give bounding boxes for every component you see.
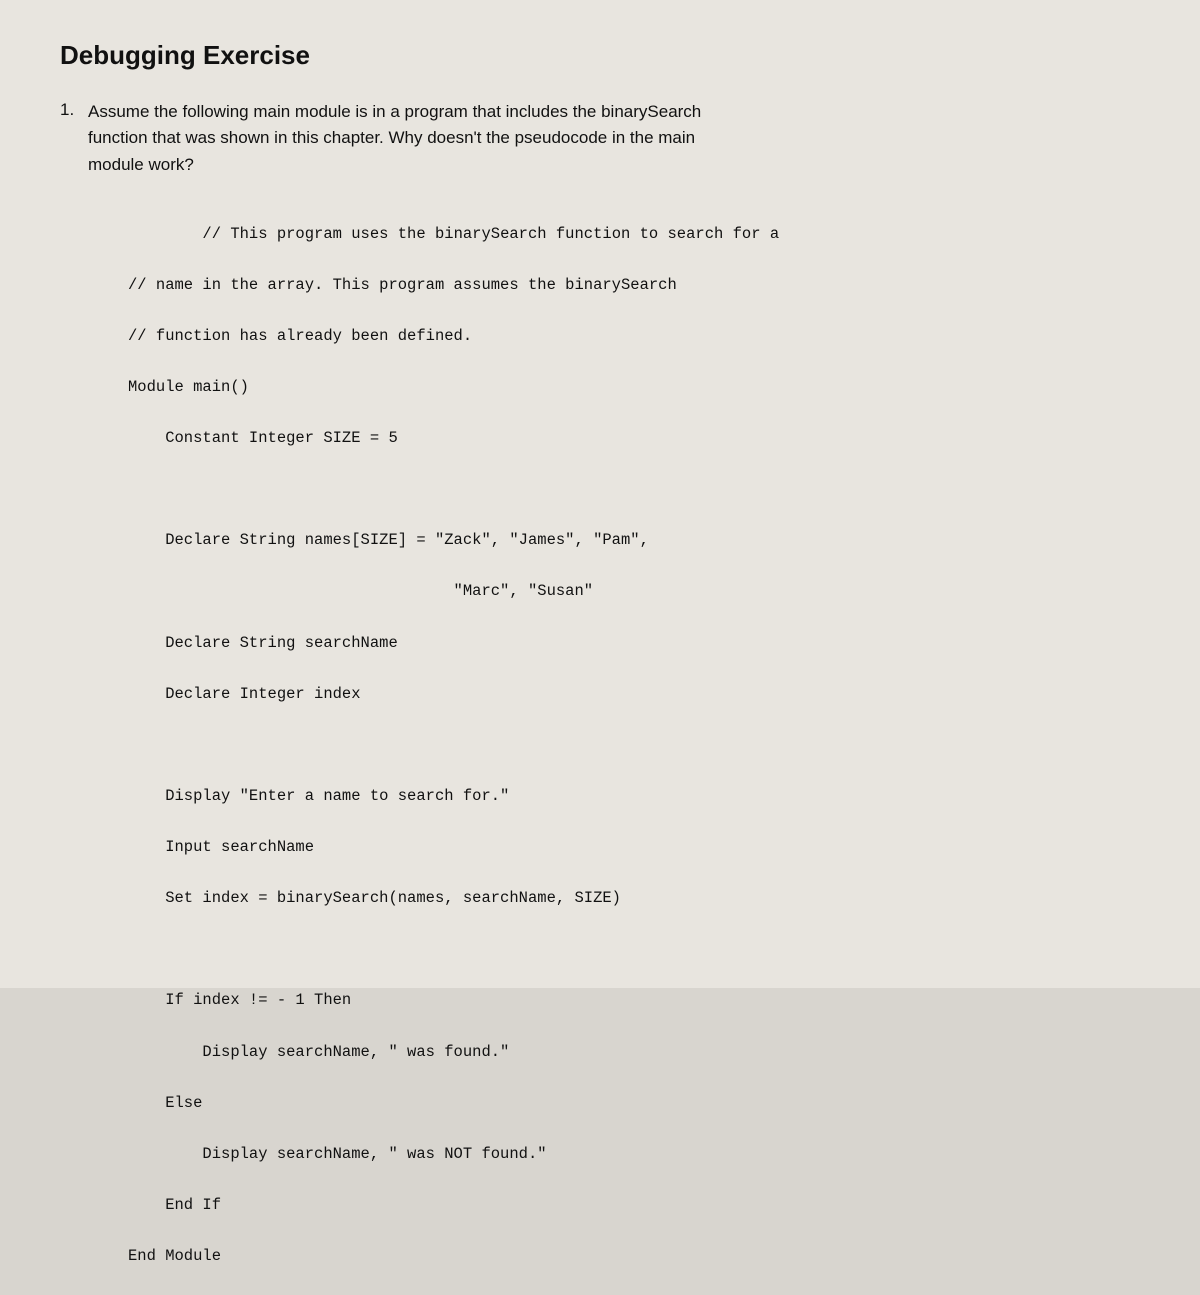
question-line1: Assume the following main module is in a… xyxy=(88,102,701,121)
code-comment2: // name in the array. This program assum… xyxy=(128,276,677,294)
code-declare-index: Declare Integer index xyxy=(128,685,361,703)
code-block: // This program uses the binarySearch fu… xyxy=(128,196,779,1295)
code-module-decl: Module main() xyxy=(128,378,249,396)
page: Debugging Exercise 1. Assume the followi… xyxy=(0,0,1200,988)
question-number: 1. xyxy=(60,99,82,120)
code-display2: Display searchName, " was found." xyxy=(128,1043,509,1061)
question-text: Assume the following main module is in a… xyxy=(88,99,779,178)
page-title: Debugging Exercise xyxy=(60,40,1140,71)
code-else-stmt: Else xyxy=(128,1094,202,1112)
question-line2: function that was shown in this chapter.… xyxy=(88,128,695,147)
code-declare-names2: "Marc", "Susan" xyxy=(128,582,593,600)
code-end-if: End If xyxy=(128,1196,221,1214)
code-display1: Display "Enter a name to search for." xyxy=(128,787,509,805)
code-constant: Constant Integer SIZE = 5 xyxy=(128,429,398,447)
code-input1: Input searchName xyxy=(128,838,314,856)
question-line3: module work? xyxy=(88,155,194,174)
code-if-stmt: If index != - 1 Then xyxy=(128,991,351,1009)
code-comment1: // This program uses the binarySearch fu… xyxy=(202,225,779,243)
code-set-index: Set index = binarySearch(names, searchNa… xyxy=(128,889,621,907)
code-display3: Display searchName, " was NOT found." xyxy=(128,1145,547,1163)
code-declare-names: Declare String names[SIZE] = "Zack", "Ja… xyxy=(128,531,649,549)
code-declare-searchname: Declare String searchName xyxy=(128,634,398,652)
code-end-module: End Module xyxy=(128,1247,221,1265)
code-comment3: // function has already been defined. xyxy=(128,327,472,345)
question-block: 1. Assume the following main module is i… xyxy=(60,99,1140,1295)
